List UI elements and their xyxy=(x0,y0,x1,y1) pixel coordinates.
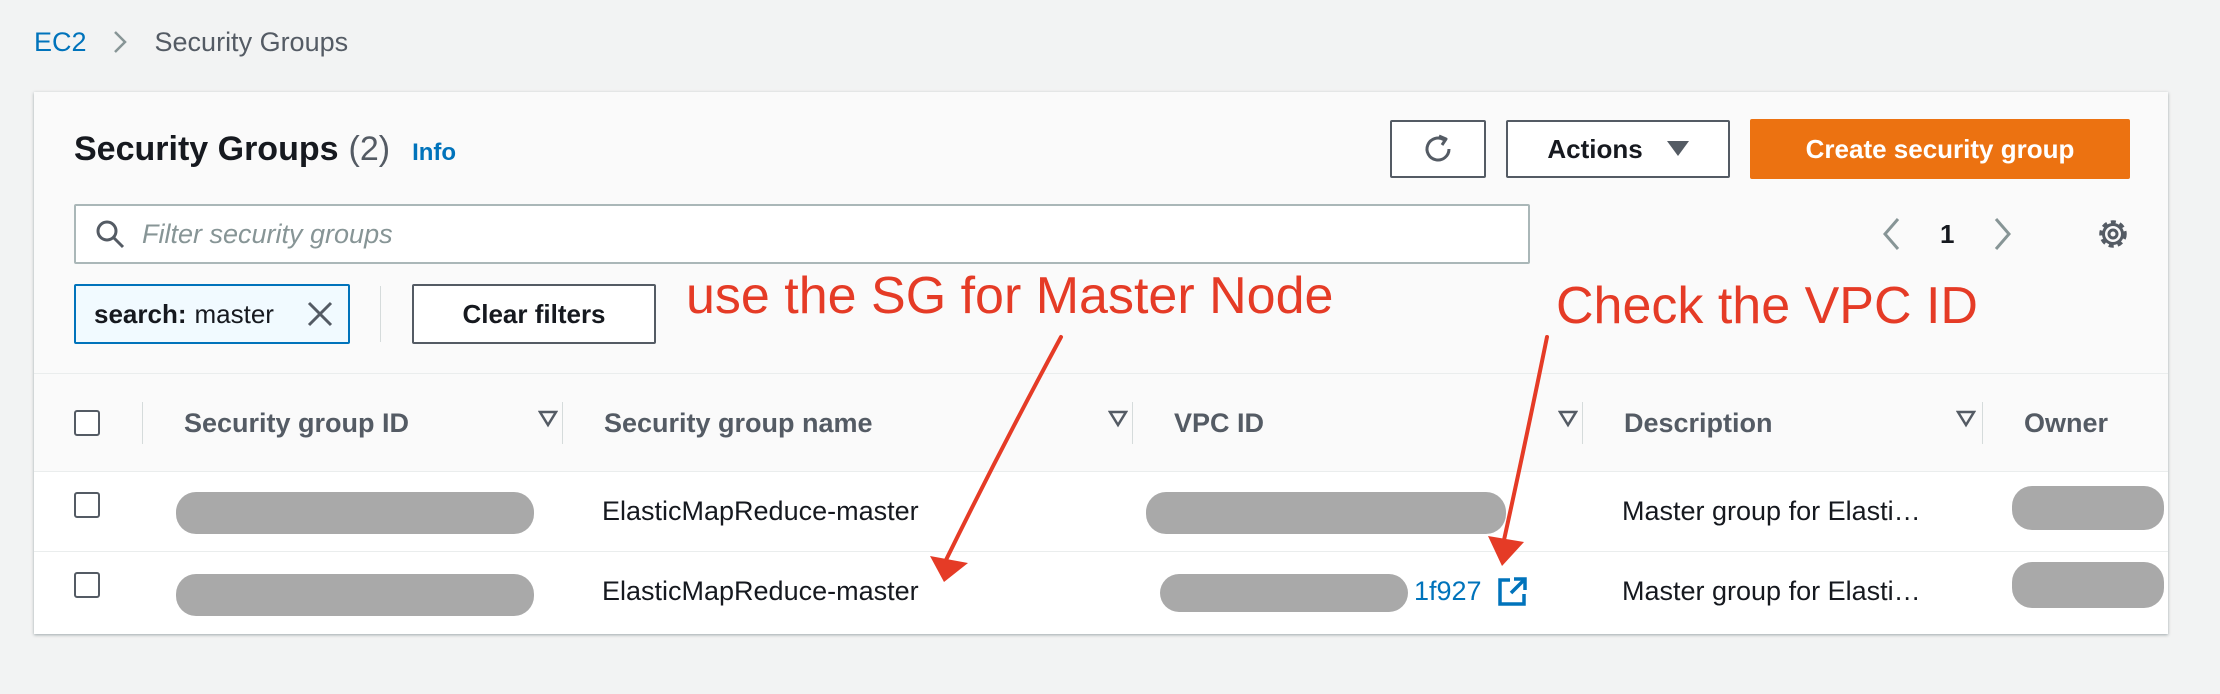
actions-button[interactable]: Actions xyxy=(1506,120,1730,178)
clear-filters-button[interactable]: Clear filters xyxy=(412,284,656,344)
page-number[interactable]: 1 xyxy=(1940,219,1954,250)
caret-down-icon xyxy=(1666,141,1689,156)
row-checkbox[interactable] xyxy=(74,492,100,518)
sort-icon[interactable] xyxy=(1558,410,1578,428)
column-divider xyxy=(1582,402,1583,444)
breadcrumb: EC2 Security Groups xyxy=(34,22,348,62)
column-divider xyxy=(1982,402,1983,444)
search-icon xyxy=(96,220,125,249)
select-all-checkbox[interactable] xyxy=(74,410,100,436)
redacted-security-group-id xyxy=(176,492,534,534)
gear-icon[interactable] xyxy=(2092,213,2134,255)
column-header-label: Security group ID xyxy=(184,407,410,438)
table-row[interactable]: ElasticMapReduce-master 1f927 Master gro… xyxy=(34,552,2168,632)
row-checkbox[interactable] xyxy=(74,572,100,598)
filter-token: search: master xyxy=(74,284,350,344)
chevron-right-icon xyxy=(113,30,127,54)
refresh-button[interactable] xyxy=(1390,120,1486,178)
chevron-left-icon[interactable] xyxy=(1882,217,1900,251)
breadcrumb-ec2-link[interactable]: EC2 xyxy=(34,27,87,58)
search-field[interactable] xyxy=(74,204,1530,264)
filter-divider xyxy=(380,286,381,342)
annotation-vpc-note: Check the VPC ID xyxy=(1556,277,1978,335)
sort-icon[interactable] xyxy=(538,410,558,428)
refresh-icon xyxy=(1425,134,1451,162)
column-header-security-group-name[interactable]: Security group name xyxy=(604,374,1144,472)
security-groups-panel: Security Groups (2) Info Actions Create … xyxy=(34,92,2168,634)
search-input[interactable] xyxy=(140,217,1490,251)
annotation-sg-note: use the SG for Master Node xyxy=(686,267,1334,325)
column-header-security-group-id[interactable]: Security group ID xyxy=(184,374,564,472)
chevron-right-icon[interactable] xyxy=(1994,217,2012,251)
column-header-label: VPC ID xyxy=(1174,407,1265,438)
security-group-name-cell: ElasticMapReduce-master xyxy=(602,496,919,526)
info-link[interactable]: Info xyxy=(412,139,456,167)
column-header-description[interactable]: Description xyxy=(1624,374,1994,472)
description-cell: Master group for Elasti… xyxy=(1622,496,1921,526)
column-header-owner[interactable]: Owner xyxy=(2024,374,2164,472)
sort-icon[interactable] xyxy=(1108,410,1128,428)
column-divider xyxy=(1132,402,1133,444)
title-count: (2) xyxy=(348,130,391,168)
description-cell: Master group for Elasti… xyxy=(1622,576,1921,606)
title-text: Security Groups xyxy=(74,130,339,168)
redacted-vpc-id xyxy=(1160,574,1408,612)
pagination: 1 xyxy=(1882,212,2012,256)
close-icon[interactable] xyxy=(306,300,334,328)
column-divider xyxy=(142,402,143,444)
redacted-vpc-id xyxy=(1146,492,1506,534)
column-header-label: Security group name xyxy=(604,407,873,438)
vpc-id-link[interactable]: 1f927 xyxy=(1414,576,1482,607)
column-header-label: Owner xyxy=(2024,407,2109,438)
filter-token-key: search: xyxy=(94,298,187,329)
redacted-owner xyxy=(2012,562,2164,608)
security-group-name-cell: ElasticMapReduce-master xyxy=(602,576,919,606)
column-divider xyxy=(562,402,563,444)
redacted-owner xyxy=(2012,486,2164,530)
column-header-label: Description xyxy=(1624,407,1773,438)
actions-label: Actions xyxy=(1547,133,1643,164)
table-row[interactable]: ElasticMapReduce-master Master group for… xyxy=(34,472,2168,552)
breadcrumb-current: Security Groups xyxy=(154,26,349,57)
table-header-row: Security group ID Security group name VP… xyxy=(34,374,2168,472)
column-header-vpc-id[interactable]: VPC ID xyxy=(1174,374,1594,472)
filter-token-value: master xyxy=(194,298,274,329)
redacted-security-group-id xyxy=(176,574,534,616)
page-title: Security Groups (2) Info xyxy=(74,130,456,169)
sort-icon[interactable] xyxy=(1956,410,1976,428)
external-link-icon[interactable] xyxy=(1496,576,1528,608)
create-security-group-button[interactable]: Create security group xyxy=(1750,119,2130,179)
